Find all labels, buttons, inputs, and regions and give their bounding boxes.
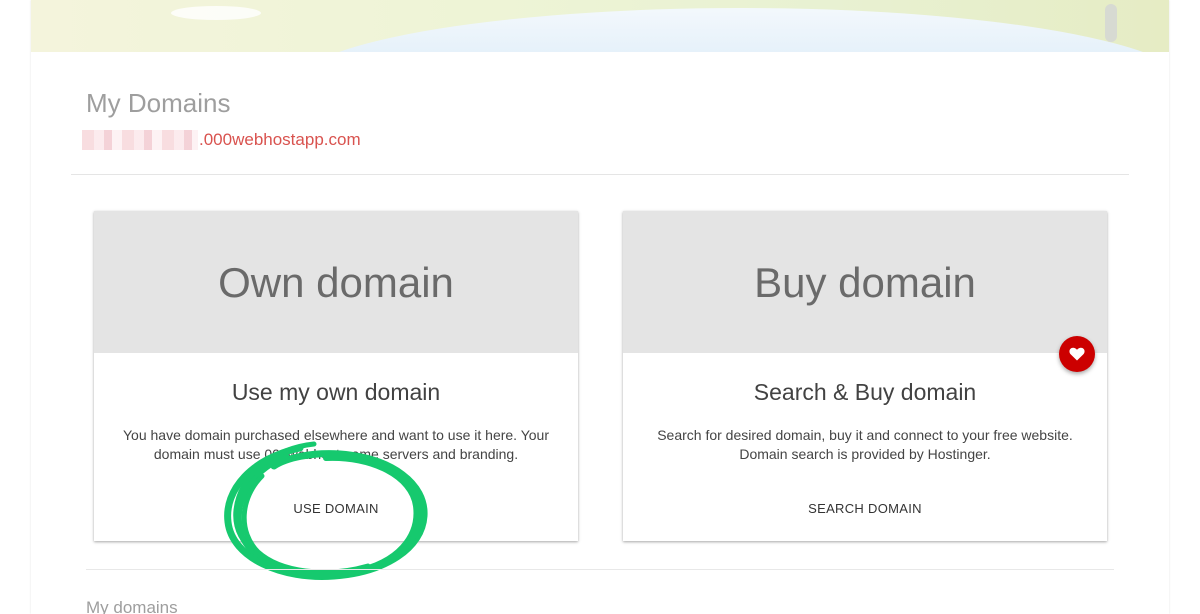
use-domain-button-label: USE DOMAIN [293, 501, 379, 516]
my-domains-section-title: My domains [86, 598, 178, 614]
banner-cloud-graphic [171, 6, 261, 20]
buy-domain-heading: Search & Buy domain [753, 379, 977, 405]
redacted-site-name [82, 130, 198, 150]
heart-icon [1069, 347, 1085, 361]
own-domain-heading: Use my own domain [231, 379, 441, 405]
header-divider [71, 174, 1129, 175]
banner-scroll-handle[interactable] [1105, 4, 1117, 42]
favorite-button[interactable] [1059, 336, 1095, 372]
site-domain-suffix: .000webhostapp.com [199, 130, 361, 149]
buy-domain-description: Search for desired domain, buy it and co… [643, 426, 1087, 464]
page-title: My Domains [86, 88, 231, 118]
buy-domain-description-line: Search for desired domain, buy it and co… [657, 427, 1073, 443]
buy-domain-card-media: Buy domain [623, 211, 1107, 353]
search-domain-button[interactable]: SEARCH DOMAIN [623, 501, 1107, 516]
own-domain-description-line: You have domain purchased elsewhere and … [122, 427, 549, 443]
own-domain-description: You have domain purchased elsewhere and … [114, 426, 558, 464]
section-divider [86, 569, 1114, 570]
own-domain-media-title: Own domain [218, 259, 454, 306]
own-domain-description-line: domain must use 000webhost name servers … [153, 446, 519, 462]
buy-domain-description-line: Domain search is provided by Hostinger. [739, 446, 991, 462]
own-domain-card-media: Own domain [94, 211, 578, 353]
site-domain-link[interactable]: .000webhostapp.com [82, 129, 361, 151]
buy-domain-media-title: Buy domain [754, 259, 976, 306]
banner-hill-graphic [291, 8, 1169, 52]
header-banner [31, 0, 1169, 52]
own-domain-card: Own domain Use my own domain You have do… [94, 211, 578, 541]
use-domain-button[interactable]: USE DOMAIN [94, 501, 578, 516]
buy-domain-card: Buy domain Search & Buy domain Search fo… [623, 211, 1107, 541]
search-domain-button-label: SEARCH DOMAIN [808, 501, 922, 516]
